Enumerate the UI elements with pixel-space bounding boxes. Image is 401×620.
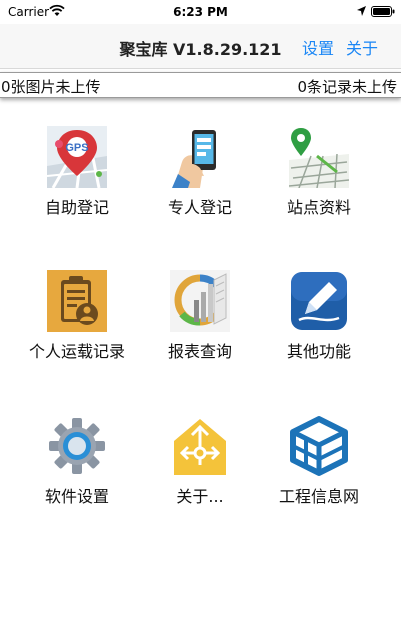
report-chart-icon xyxy=(170,270,230,332)
upload-status-bar: 0张图片未上传 0条记录未上传 xyxy=(0,72,401,98)
pending-records-text: 0条记录未上传 xyxy=(297,78,397,96)
svg-text:GPS: GPS xyxy=(65,142,88,154)
house-arrows-icon xyxy=(174,419,226,475)
cube-network-icon xyxy=(290,416,348,476)
menu-item-label: 报表查询 xyxy=(167,342,232,361)
map-pin-icon xyxy=(289,126,349,188)
menu-item-staff-register[interactable]: 专人登记 xyxy=(133,126,267,246)
menu-item-other-functions[interactable]: 其他功能 xyxy=(252,270,386,390)
menu-item-label: 其他功能 xyxy=(286,342,351,361)
menu-item-self-register[interactable]: GPS 自助登记 xyxy=(10,126,144,246)
menu-item-about[interactable]: 关于... xyxy=(133,415,267,535)
clipboard-person-icon xyxy=(47,270,107,332)
menu-item-engineering-info-network[interactable]: 工程信息网 xyxy=(252,415,386,535)
menu-item-site-info[interactable]: 站点资料 xyxy=(252,126,386,246)
menu-item-label: 软件设置 xyxy=(44,487,109,506)
battery-icon xyxy=(371,6,395,17)
menu-item-report-query[interactable]: 报表查询 xyxy=(133,270,267,390)
gear-icon xyxy=(49,418,105,474)
settings-button[interactable]: 设置 xyxy=(302,35,334,59)
menu-item-transport-records[interactable]: 个人运载记录 xyxy=(10,270,144,390)
phone-in-hand-icon xyxy=(170,126,230,188)
menu-item-label: 个人运载记录 xyxy=(28,342,125,361)
menu-item-label: 专人登记 xyxy=(167,198,232,217)
status-time: 6:23 PM xyxy=(173,5,228,19)
page-title: 聚宝库 V1.8.29.121 xyxy=(119,40,282,59)
menu-item-label: 工程信息网 xyxy=(278,487,359,506)
navigation-bar: 聚宝库 V1.8.29.121 设置 关于 xyxy=(0,24,401,69)
location-arrow-icon xyxy=(357,6,366,16)
app-screen: Carrier 6:23 PM 聚宝库 V1.8.29.121 设置 关于 0张… xyxy=(0,0,401,620)
menu-item-label: 关于... xyxy=(176,487,224,506)
pen-app-icon xyxy=(291,272,347,330)
status-bar: Carrier 6:23 PM xyxy=(0,0,401,24)
gps-map-icon: GPS xyxy=(47,126,107,188)
pending-images-text: 0张图片未上传 xyxy=(1,78,101,96)
menu-item-software-settings[interactable]: 软件设置 xyxy=(10,415,144,535)
about-button[interactable]: 关于 xyxy=(346,35,378,59)
menu-item-label: 站点资料 xyxy=(286,198,351,217)
menu-item-label: 自助登记 xyxy=(44,198,109,217)
